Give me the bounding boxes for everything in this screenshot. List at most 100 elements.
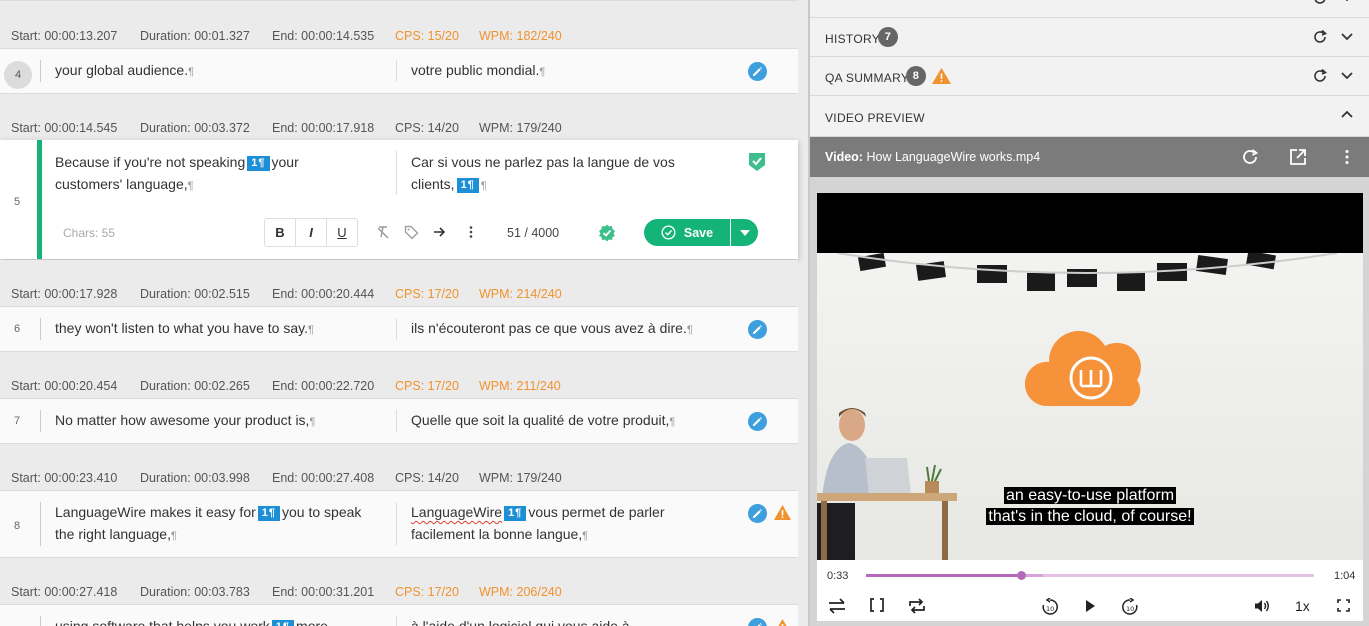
segment-timing: Start: 00:00:14.545 Duration: 00:03.372 … xyxy=(0,94,798,140)
forward-10-icon[interactable]: 10 xyxy=(1121,597,1139,619)
accordion-qa-summary[interactable]: QA SUMMARY 8 xyxy=(810,57,1369,96)
history-count-badge: 7 xyxy=(878,27,898,47)
cps-value: CPS: 17/20 xyxy=(395,585,459,599)
more-vertical-icon[interactable] xyxy=(1344,149,1350,168)
chevron-down-icon[interactable] xyxy=(1340,68,1354,85)
cps-value: CPS: 14/20 xyxy=(395,471,459,485)
source-text[interactable]: LanguageWire makes it easy for 1¶ you to s… xyxy=(55,501,375,547)
divider xyxy=(396,616,397,626)
table-row[interactable]: 7 No matter how awesome your product is,… xyxy=(0,398,798,444)
loop-icon[interactable] xyxy=(908,598,926,617)
pencil-icon[interactable] xyxy=(748,618,767,626)
target-text[interactable]: votre public mondial.¶ xyxy=(411,59,721,83)
qa-check-icon xyxy=(598,224,616,247)
seek-bar[interactable] xyxy=(866,571,1314,580)
bracket-icon[interactable] xyxy=(870,598,884,615)
pencil-icon[interactable] xyxy=(748,412,767,431)
bold-button[interactable]: B xyxy=(265,219,296,246)
swap-icon[interactable] xyxy=(828,598,846,617)
table-row[interactable]: 8 LanguageWire makes it easy for 1¶ you to… xyxy=(0,490,798,558)
cps-value: CPS: 15/20 xyxy=(395,29,459,43)
source-text[interactable]: using software that helps you work1¶more xyxy=(55,615,375,626)
accordion-terms[interactable] xyxy=(810,0,1369,18)
video-header: Video: How LanguageWire works.mp4 xyxy=(810,137,1369,177)
table-row[interactable]: using software that helps you work1¶more… xyxy=(0,604,798,626)
pencil-icon[interactable] xyxy=(748,62,767,81)
start-time: Start: 00:00:14.545 xyxy=(11,121,118,135)
refresh-icon[interactable] xyxy=(1312,29,1328,48)
divider xyxy=(396,60,397,82)
chevron-down-icon[interactable] xyxy=(1340,0,1354,7)
video-container: an easy-to-use platform that's in the cl… xyxy=(810,177,1369,626)
seek-handle[interactable] xyxy=(1016,571,1026,580)
segment-timing: Start: 00:00:13.207 Duration: 00:01.327 … xyxy=(0,2,798,48)
divider xyxy=(40,616,41,626)
target-editor[interactable]: Car si vous ne parlez pas la langue de v… xyxy=(411,151,721,197)
duration: Duration: 00:03.998 xyxy=(140,471,250,485)
segment-number: 8 xyxy=(13,520,21,532)
play-icon[interactable] xyxy=(1085,600,1095,615)
save-dropdown-button[interactable] xyxy=(731,219,758,246)
underline-button[interactable]: U xyxy=(327,219,357,246)
duration: Duration: 00:02.515 xyxy=(140,287,250,301)
pencil-icon[interactable] xyxy=(748,504,767,523)
active-segment-row[interactable]: 5 Because if you're not speaking 1¶ your cu… xyxy=(0,140,798,259)
divider xyxy=(396,151,397,195)
reload-icon[interactable] xyxy=(1241,148,1259,169)
warning-icon xyxy=(931,67,952,88)
source-text[interactable]: Because if you're not speaking 1¶ your cust… xyxy=(55,151,375,197)
segment-timing: Start: 00:00:27.418 Duration: 00:03.783 … xyxy=(0,558,798,604)
more-vertical-icon[interactable] xyxy=(468,225,474,242)
svg-text:10: 10 xyxy=(1126,605,1134,613)
chevron-down-icon[interactable] xyxy=(1340,29,1354,46)
target-text[interactable]: ils n'écouteront pas ce que vous avez à … xyxy=(411,317,721,341)
clear-format-icon[interactable] xyxy=(376,225,390,242)
source-text[interactable]: your global audience.¶ xyxy=(55,59,375,83)
save-button[interactable]: Save xyxy=(644,219,730,246)
rewind-10-icon[interactable]: 10 xyxy=(1041,597,1059,619)
source-text[interactable]: they won't listen to what you have to sa… xyxy=(55,317,375,341)
side-panel: HISTORY 7 QA SUMMARY 8 VIDEO PREVIEW Vid… xyxy=(810,0,1369,626)
end-time: End: 00:00:22.720 xyxy=(272,379,375,393)
chevron-up-icon[interactable] xyxy=(1340,108,1354,125)
table-row[interactable] xyxy=(0,0,798,1)
pencil-icon[interactable] xyxy=(748,320,767,339)
fullscreen-icon[interactable] xyxy=(1337,599,1350,615)
target-text[interactable]: Quelle que soit la qualité de votre prod… xyxy=(411,409,721,433)
video-player[interactable]: an easy-to-use platform that's in the cl… xyxy=(817,193,1363,621)
duration: Duration: 00:03.783 xyxy=(140,585,250,599)
refresh-icon[interactable] xyxy=(1312,0,1328,9)
refresh-icon[interactable] xyxy=(1312,68,1328,87)
end-time: End: 00:00:17.918 xyxy=(272,121,375,135)
playback-speed[interactable]: 1x xyxy=(1295,598,1310,614)
divider xyxy=(40,410,41,432)
svg-text:10: 10 xyxy=(1046,605,1054,613)
table-row[interactable]: 6 they won't listen to what you have to … xyxy=(0,306,798,352)
warning-icon[interactable] xyxy=(773,504,792,526)
end-time: End: 00:00:20.444 xyxy=(272,287,375,301)
start-time: Start: 00:00:20.454 xyxy=(11,379,118,393)
end-time: End: 00:00:31.201 xyxy=(272,585,375,599)
target-text[interactable]: LanguageWire 1¶ vous permet de parler facil… xyxy=(411,501,721,547)
tag-icon[interactable] xyxy=(404,225,419,243)
table-row[interactable]: 4 your global audience.¶ votre public mo… xyxy=(0,48,798,94)
char-count: Chars: 55 xyxy=(63,226,116,240)
char-limit-counter: 51 / 4000 xyxy=(507,226,560,240)
duration: Duration: 00:01.327 xyxy=(140,29,250,43)
video-frame[interactable]: an easy-to-use platform that's in the cl… xyxy=(817,193,1363,560)
end-time: End: 00:00:27.408 xyxy=(272,471,375,485)
open-external-icon[interactable] xyxy=(1289,148,1307,169)
segment-timing: Start: 00:00:20.454 Duration: 00:02.265 … xyxy=(0,352,798,398)
segment-timing: Start: 00:00:23.410 Duration: 00:03.998 … xyxy=(0,444,798,490)
tag-marker: 1¶ xyxy=(257,506,281,521)
accordion-video-preview[interactable]: VIDEO PREVIEW xyxy=(810,97,1369,137)
arrow-right-icon[interactable] xyxy=(433,225,447,242)
accordion-history[interactable]: HISTORY 7 xyxy=(810,18,1369,57)
cps-value: CPS: 17/20 xyxy=(395,379,459,393)
target-text[interactable]: à l'aide d'un logiciel qui vous aide à xyxy=(411,615,721,626)
volume-icon[interactable] xyxy=(1254,599,1270,616)
segment-number: 6 xyxy=(13,323,21,335)
source-text[interactable]: No matter how awesome your product is,¶ xyxy=(55,409,375,433)
italic-button[interactable]: I xyxy=(296,219,327,246)
warning-icon[interactable] xyxy=(773,618,792,626)
